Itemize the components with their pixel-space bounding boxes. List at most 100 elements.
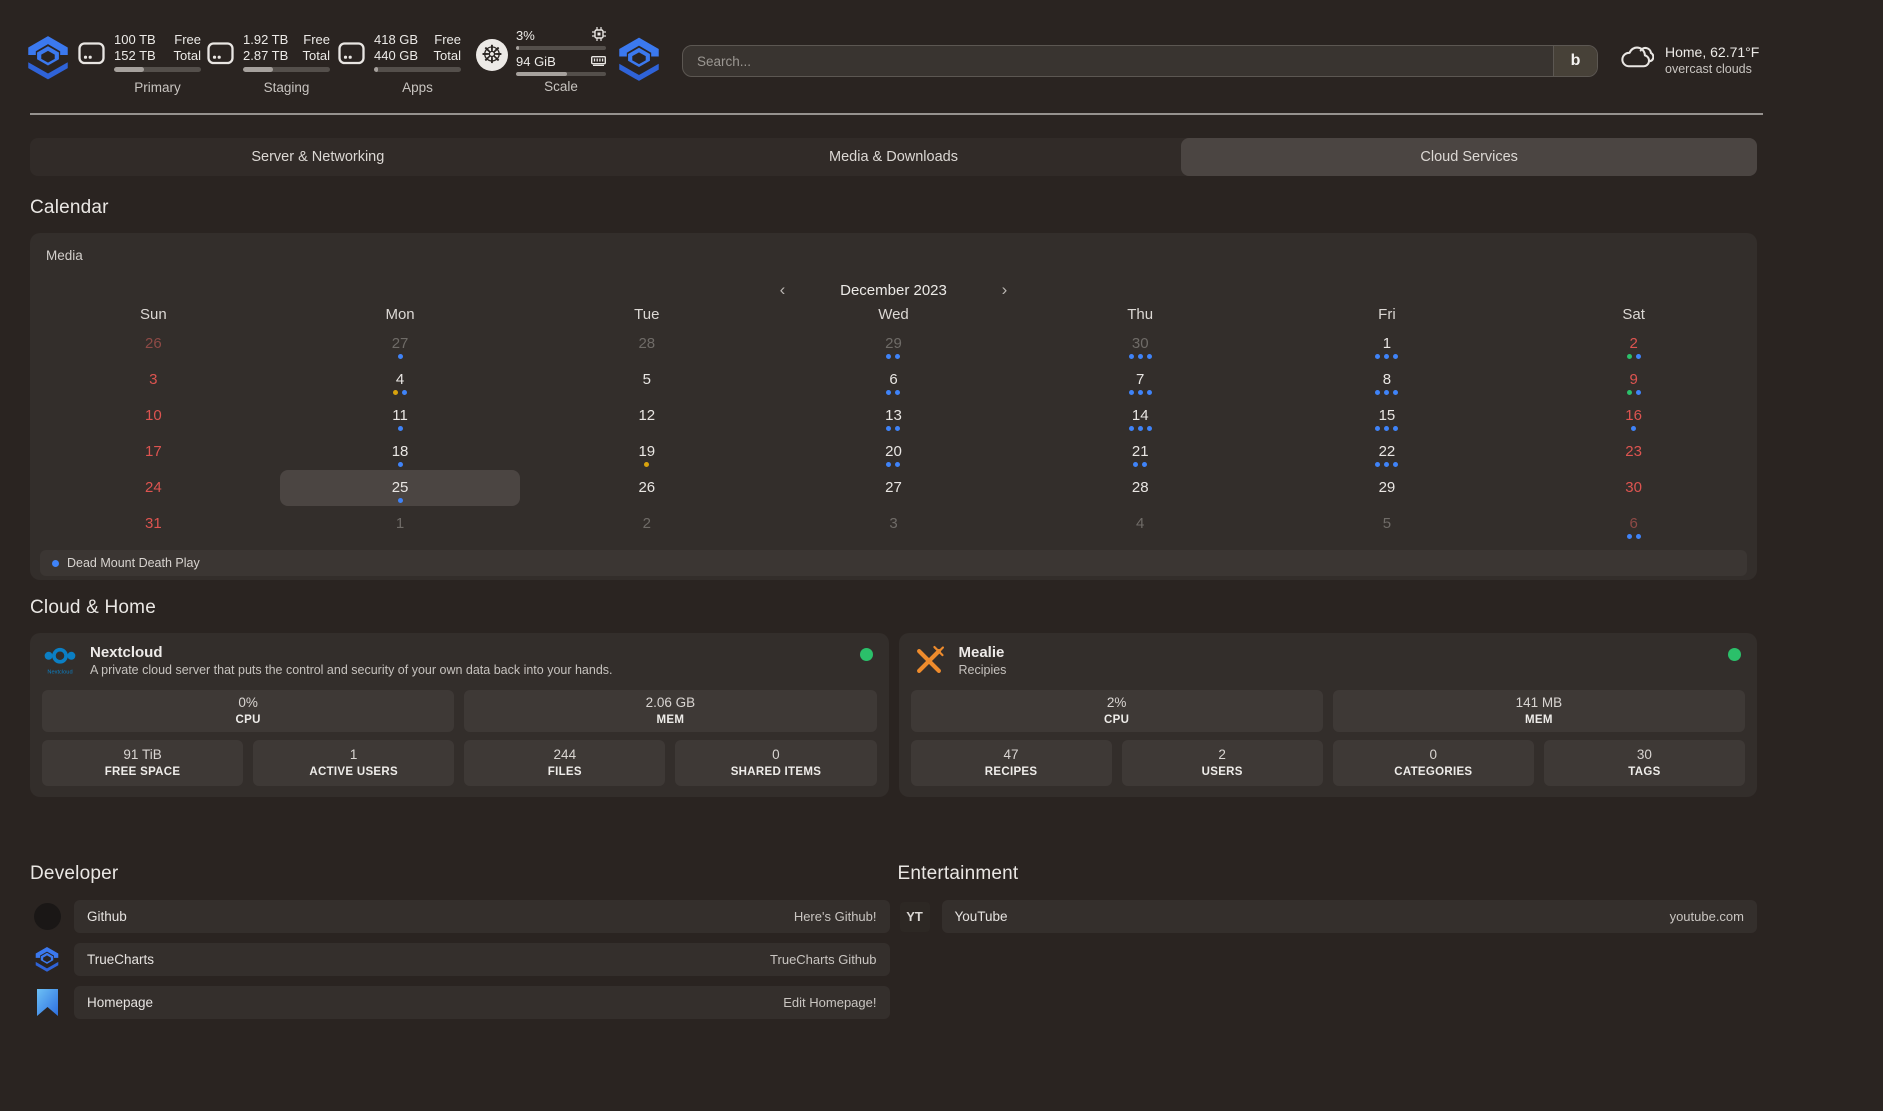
link-youtube[interactable]: YouTube youtube.com	[942, 900, 1758, 933]
calendar-day-26[interactable]: 26	[527, 470, 767, 506]
event-dots	[773, 390, 1013, 396]
event-dots	[280, 498, 520, 504]
storage-widget-label: Apps	[374, 80, 461, 95]
event-dots	[1267, 354, 1507, 360]
link-row-github: Github Here's Github!	[30, 900, 890, 933]
mealie-icon	[911, 643, 947, 679]
calendar-day-29[interactable]: 29	[773, 326, 1013, 362]
calendar-day-4[interactable]: 4	[1020, 506, 1260, 542]
weekday-fri: Fri	[1264, 306, 1511, 324]
calendar-day-28[interactable]: 28	[527, 326, 767, 362]
service-card-nextcloud[interactable]: Nextcloud Nextcloud A private cloud serv…	[30, 633, 889, 797]
calendar-day-2[interactable]: 2	[1514, 326, 1754, 362]
event-dots	[1514, 390, 1754, 396]
calendar-day-14[interactable]: 14	[1020, 398, 1260, 434]
calendar-panel: Media ‹ December 2023 › SunMonTueWedThuF…	[30, 233, 1757, 580]
calendar-day-1[interactable]: 1	[280, 506, 520, 542]
tab-cloud-services[interactable]: Cloud Services	[1181, 138, 1757, 176]
calendar-day-11[interactable]: 11	[280, 398, 520, 434]
storage-free-value: 418 GB	[374, 32, 418, 48]
calendar-next-icon[interactable]: ›	[996, 280, 1014, 300]
calendar-day-5[interactable]: 5	[527, 362, 767, 398]
stat-free-space: 91 TiBFREE SPACE	[42, 740, 243, 786]
calendar-day-16[interactable]: 16	[1514, 398, 1754, 434]
calendar-day-1[interactable]: 1	[1267, 326, 1507, 362]
calendar-day-3[interactable]: 3	[33, 362, 273, 398]
calendar-day-30[interactable]: 30	[1514, 470, 1754, 506]
drive-icon	[78, 42, 105, 95]
tab-server-networking[interactable]: Server & Networking	[30, 138, 606, 176]
link-github[interactable]: Github Here's Github!	[74, 900, 890, 933]
stat-active-users: 1ACTIVE USERS	[253, 740, 454, 786]
event-dots	[527, 390, 767, 396]
storage-widget-primary: 100 TBFree 152 TBTotal Primary	[78, 26, 201, 95]
calendar-day-25[interactable]: 25	[280, 470, 520, 506]
event-dots	[1514, 354, 1754, 360]
section-title-entertainment: Entertainment	[898, 860, 1758, 887]
weather-condition: overcast clouds	[1665, 61, 1759, 78]
calendar-day-6[interactable]: 6	[773, 362, 1013, 398]
link-truecharts[interactable]: TrueCharts TrueCharts Github	[74, 943, 890, 976]
storage-total-value: 2.87 TB	[243, 48, 288, 64]
storage-total-value: 152 TB	[114, 48, 156, 64]
storage-widget-label: Primary	[114, 80, 201, 95]
calendar-day-27[interactable]: 27	[773, 470, 1013, 506]
calendar-day-8[interactable]: 8	[1267, 362, 1507, 398]
calendar-day-24[interactable]: 24	[33, 470, 273, 506]
calendar-day-26[interactable]: 26	[33, 326, 273, 362]
calendar-prev-icon[interactable]: ‹	[774, 280, 792, 300]
link-homepage[interactable]: Homepage Edit Homepage!	[74, 986, 890, 1019]
event-dots	[33, 390, 273, 396]
storage-free-value: 1.92 TB	[243, 32, 288, 48]
drive-icon	[338, 42, 365, 95]
calendar-day-6[interactable]: 6	[1514, 506, 1754, 542]
scale-mem-value: 94 GiB	[516, 54, 556, 69]
calendar-day-13[interactable]: 13	[773, 398, 1013, 434]
weather-widget[interactable]: Home, 62.71°F overcast clouds	[1620, 44, 1759, 78]
search-input[interactable]	[683, 46, 1553, 76]
calendar-day-21[interactable]: 21	[1020, 434, 1260, 470]
stat-mem: 141 MBMEM	[1333, 690, 1745, 732]
service-card-mealie[interactable]: Mealie Recipies 2%CPU141 MBMEM 47RECIPES…	[899, 633, 1758, 797]
calendar-day-30[interactable]: 30	[1020, 326, 1260, 362]
event-dots	[33, 462, 273, 468]
calendar-day-2[interactable]: 2	[527, 506, 767, 542]
stat-recipes: 47RECIPES	[911, 740, 1112, 786]
header-divider	[30, 113, 1763, 115]
top-bar: 100 TBFree 152 TBTotal Primary 1.92 TBFr…	[0, 0, 1883, 113]
calendar-day-10[interactable]: 10	[33, 398, 273, 434]
calendar-day-31[interactable]: 31	[33, 506, 273, 542]
calendar-day-27[interactable]: 27	[280, 326, 520, 362]
tab-bar: Server & NetworkingMedia & DownloadsClou…	[30, 138, 1757, 176]
event-dots	[773, 426, 1013, 432]
calendar-day-9[interactable]: 9	[1514, 362, 1754, 398]
nextcloud-icon: Nextcloud	[42, 643, 78, 679]
event-dots	[1267, 426, 1507, 432]
calendar-day-5[interactable]: 5	[1267, 506, 1507, 542]
event-dots	[33, 498, 273, 504]
calendar-day-28[interactable]: 28	[1020, 470, 1260, 506]
event-dots	[773, 462, 1013, 468]
tab-media-downloads[interactable]: Media & Downloads	[606, 138, 1182, 176]
calendar-day-29[interactable]: 29	[1267, 470, 1507, 506]
scale-cpu-value: 3%	[516, 28, 535, 43]
calendar-day-12[interactable]: 12	[527, 398, 767, 434]
stat-files: 244FILES	[464, 740, 665, 786]
calendar-day-22[interactable]: 22	[1267, 434, 1507, 470]
storage-usage-bar	[243, 67, 330, 72]
calendar-day-4[interactable]: 4	[280, 362, 520, 398]
calendar-day-19[interactable]: 19	[527, 434, 767, 470]
calendar-day-20[interactable]: 20	[773, 434, 1013, 470]
search-engine-button[interactable]: b	[1553, 46, 1597, 76]
calendar-day-3[interactable]: 3	[773, 506, 1013, 542]
calendar-day-23[interactable]: 23	[1514, 434, 1754, 470]
legend-label: Dead Mount Death Play	[67, 556, 200, 570]
calendar-day-18[interactable]: 18	[280, 434, 520, 470]
calendar-day-7[interactable]: 7	[1020, 362, 1260, 398]
event-dots	[280, 462, 520, 468]
stat-users: 2USERS	[1122, 740, 1323, 786]
truenas-logo-icon	[618, 36, 660, 88]
calendar-day-17[interactable]: 17	[33, 434, 273, 470]
storage-total-label: Total	[174, 48, 201, 64]
calendar-day-15[interactable]: 15	[1267, 398, 1507, 434]
